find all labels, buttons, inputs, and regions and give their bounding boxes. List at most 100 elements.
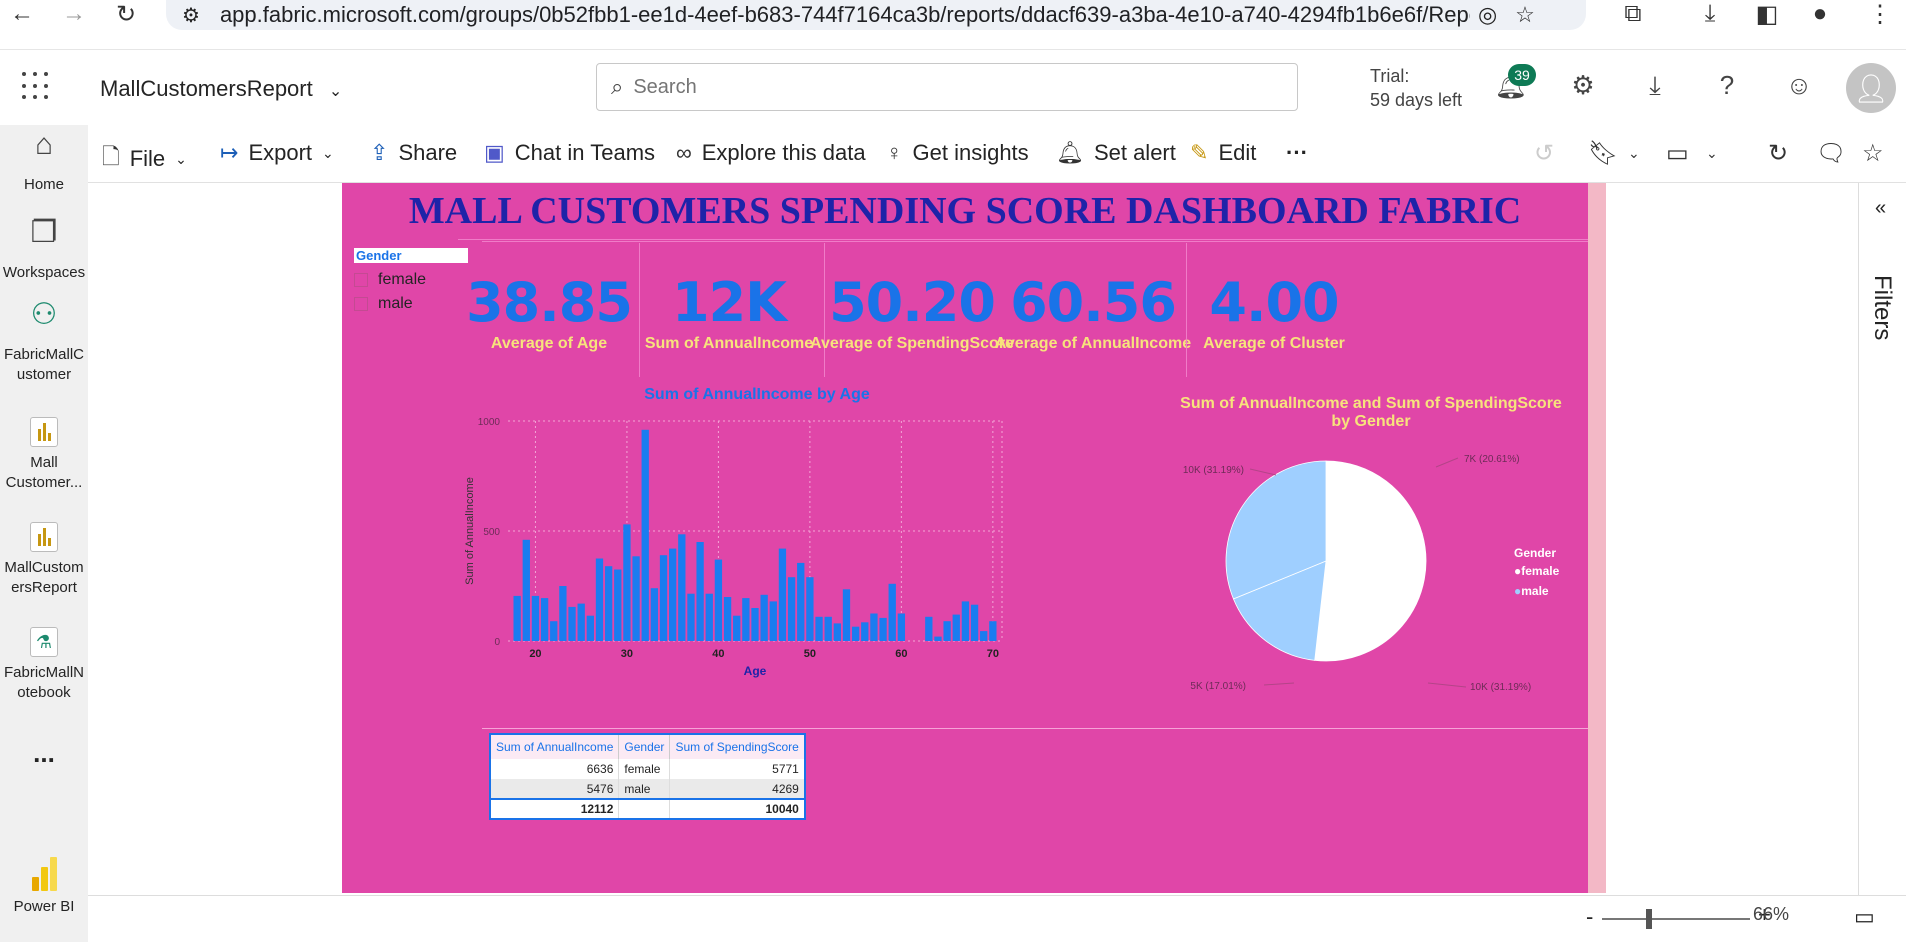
- bar: [705, 593, 713, 641]
- pie-chart[interactable]: 7K (20.61%) 10K (31.19%) 5K (17.01%) 10K (3…: [1126, 447, 1566, 707]
- trial-label: Trial:: [1370, 66, 1410, 86]
- filters-label[interactable]: Filters: [1868, 275, 1896, 340]
- search-box[interactable]: ⌕: [596, 63, 1298, 111]
- report-name: MallCustomersReport: [100, 76, 313, 101]
- column-header[interactable]: Gender: [618, 734, 671, 759]
- column-header[interactable]: Sum of AnnualIncome: [490, 734, 620, 759]
- download-icon[interactable]: ⤓: [1638, 70, 1672, 102]
- explore-data-button[interactable]: ∞ Explore this data: [676, 140, 866, 166]
- bookmark-icon[interactable]: 🔖︎: [1588, 139, 1618, 168]
- site-info-icon[interactable]: ⚙: [182, 3, 200, 28]
- kpi-value: 4.00: [1209, 271, 1339, 334]
- address-bar[interactable]: ⚙ app.fabric.microsoft.com/groups/0b52fb…: [166, 0, 1586, 30]
- column-header[interactable]: Sum of SpendingScore: [669, 734, 806, 759]
- rail-item-workspaces[interactable]: ❐ Workspaces: [0, 218, 88, 283]
- zoom-slider-thumb[interactable]: [1646, 909, 1652, 929]
- file-menu-button[interactable]: 🗋︎ File ⌄: [102, 140, 187, 178]
- bar: [604, 566, 613, 641]
- bar: [851, 626, 860, 641]
- chevron-down-icon[interactable]: ⌄: [1706, 145, 1718, 162]
- table-row[interactable]: 5476 male 4269: [490, 779, 806, 799]
- chevron-down-icon[interactable]: ⌄: [1628, 145, 1640, 162]
- search-input[interactable]: [633, 75, 1234, 99]
- avatar[interactable]: 👤︎: [1846, 63, 1896, 113]
- download-icon[interactable]: ⤓: [1695, 0, 1725, 28]
- refresh-icon[interactable]: ↻: [1768, 139, 1788, 168]
- report-name-dropdown[interactable]: MallCustomersReport ⌄: [100, 76, 342, 102]
- collapse-chevron-icon[interactable]: «: [1875, 197, 1886, 220]
- bar: [861, 622, 869, 641]
- table-row[interactable]: 6636 female 5771: [490, 759, 806, 779]
- x-tick-label: 40: [712, 648, 724, 660]
- set-alert-button[interactable]: 🔔︎ Set alert: [1056, 140, 1176, 166]
- rail-item-powerbi[interactable]: Power BI: [0, 855, 88, 917]
- bar: [659, 555, 668, 641]
- comment-icon[interactable]: 🗨︎: [1816, 139, 1846, 168]
- extensions-icon[interactable]: ⧉: [1618, 0, 1648, 28]
- rail-item-mall-customer[interactable]: Mall Customer...: [0, 417, 88, 493]
- checkbox[interactable]: [354, 297, 368, 311]
- table-cell: male: [618, 779, 671, 799]
- page-edge: [1588, 183, 1606, 893]
- bar: [550, 621, 558, 641]
- checkbox[interactable]: [354, 273, 368, 287]
- home-icon: ⌂: [34, 128, 54, 161]
- zoom-out-button[interactable]: -: [1586, 904, 1593, 930]
- rail-item-fabricmallcustomer[interactable]: ⚇ FabricMallC ustomer: [0, 300, 88, 385]
- legend-item-female[interactable]: ●female: [1514, 564, 1559, 578]
- x-tick-label: 70: [987, 648, 999, 660]
- back-icon[interactable]: ←: [8, 0, 36, 28]
- y-tick-label: 500: [483, 527, 500, 538]
- chat-in-teams-button[interactable]: ▣ Chat in Teams: [484, 140, 655, 166]
- view-icon[interactable]: ▭: [1666, 139, 1689, 168]
- bar: [513, 595, 521, 641]
- bookmark-star-icon[interactable]: ☆: [1515, 2, 1535, 28]
- url-text: app.fabric.microsoft.com/groups/0b52fbb1…: [219, 2, 1470, 27]
- slicer-option-male[interactable]: male: [354, 295, 413, 313]
- export-icon: ↦: [220, 140, 239, 165]
- browser-menu-icon[interactable]: ⋮: [1865, 0, 1895, 29]
- rail-item-home[interactable]: ⌂ Home: [0, 128, 88, 195]
- bar-chart[interactable]: 0 500 1000 20 30 40 50 60 70 Age Sum of AnnualInco…: [458, 407, 1018, 697]
- rail-label: FabricMallC ustomer: [4, 346, 85, 383]
- pie-chart-title: Sum of AnnualIncome and Sum of SpendingS…: [1180, 395, 1562, 430]
- rail-more-button[interactable]: ...: [0, 740, 88, 766]
- favorite-star-icon[interactable]: ☆: [1862, 139, 1884, 168]
- trial-status[interactable]: Trial: 59 days left: [1370, 64, 1462, 112]
- feedback-icon[interactable]: ☺: [1782, 70, 1816, 101]
- bar: [961, 601, 970, 641]
- bar: [980, 631, 988, 641]
- power-bi-logo-icon: [31, 855, 57, 891]
- bar: [833, 623, 841, 641]
- pie-leader-line: [1249, 468, 1277, 476]
- bar: [669, 548, 677, 641]
- forward-icon[interactable]: →: [60, 0, 88, 28]
- notification-badge: 39: [1508, 64, 1536, 86]
- rail-label: Mall Customer...: [5, 454, 83, 491]
- hide-icon[interactable]: ◎: [1478, 2, 1497, 28]
- app-launcher-icon[interactable]: [22, 72, 52, 102]
- data-table[interactable]: Sum of AnnualIncome Gender Sum of Spendi…: [489, 733, 806, 820]
- bar: [824, 616, 832, 641]
- more-options-button[interactable]: ···: [1286, 140, 1308, 166]
- rail-item-fabricmallnotebook[interactable]: ⚗ FabricMallN otebook: [0, 627, 88, 703]
- export-menu-button[interactable]: ↦ Export ⌄: [220, 140, 334, 166]
- undo-icon[interactable]: ↺: [1534, 139, 1554, 168]
- legend-item-male[interactable]: ●male: [1514, 584, 1559, 598]
- slicer-option-female[interactable]: female: [354, 271, 426, 289]
- pie-data-label: 7K (20.61%): [1464, 454, 1520, 465]
- share-button[interactable]: ⇪ Share: [370, 140, 457, 166]
- bar: [751, 608, 759, 641]
- rail-item-mallcustomersreport[interactable]: MallCustom ersReport: [0, 522, 88, 598]
- zoom-slider[interactable]: [1602, 909, 1750, 929]
- profile-icon[interactable]: ●: [1805, 0, 1835, 28]
- edit-button[interactable]: ✎ Edit: [1190, 140, 1256, 166]
- fit-to-page-icon[interactable]: ▭: [1854, 904, 1875, 930]
- get-insights-button[interactable]: ♀ Get insights: [886, 140, 1029, 166]
- reload-icon[interactable]: ↻: [112, 0, 140, 28]
- kpi-card-average-cluster[interactable]: 4.00 Average of Cluster: [1164, 245, 1384, 373]
- help-icon[interactable]: ?: [1710, 70, 1744, 101]
- table-cell: 10040: [669, 798, 806, 819]
- sidebar-icon[interactable]: ◧: [1752, 0, 1782, 29]
- gear-icon[interactable]: ⚙: [1566, 70, 1600, 101]
